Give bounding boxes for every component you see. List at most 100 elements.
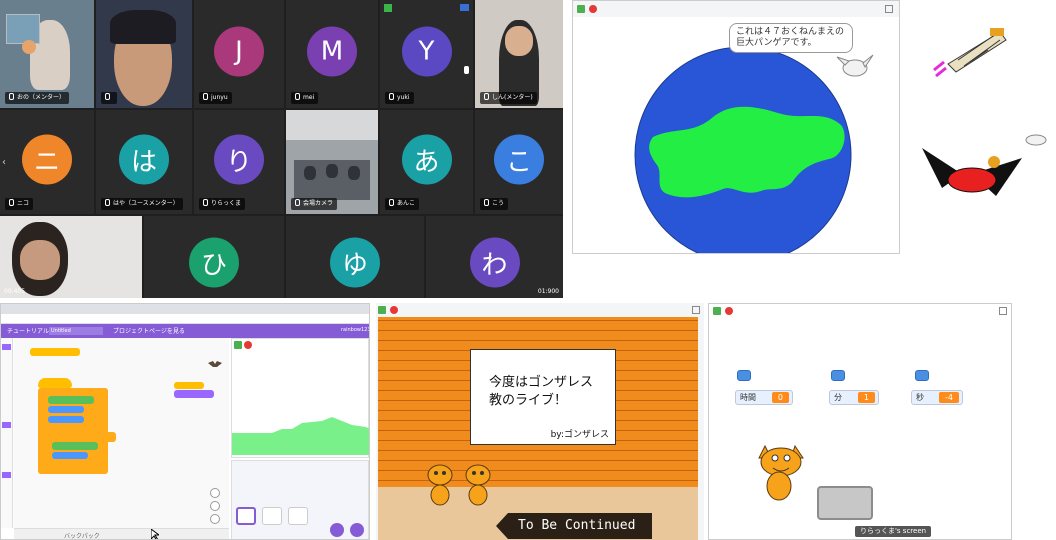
signal-icon [384, 4, 392, 12]
video-tile[interactable]: は はや（ユースメンター） [96, 110, 192, 214]
minutes-button[interactable] [831, 370, 845, 381]
zoom-in-icon[interactable] [210, 488, 220, 498]
event-block[interactable] [174, 382, 204, 389]
photo-object [22, 40, 36, 54]
seconds-monitor: 秒 -4 [911, 390, 963, 405]
mouse-pointer-icon [150, 526, 161, 539]
category-looks[interactable] [2, 422, 11, 428]
seconds-button[interactable] [915, 370, 929, 381]
brick-stage-panel: 今度はゴンザレス教のライブ！ by:ゴンザレス To Be Continued [376, 303, 704, 540]
pin-icon [460, 4, 469, 11]
menu-tutorial[interactable]: チュートリアル [7, 326, 49, 335]
mic-icon [105, 199, 110, 206]
hat-block[interactable] [38, 378, 72, 388]
participant-name: mei [291, 92, 319, 104]
video-tile[interactable]: J junyu [194, 0, 284, 108]
sprite-thumbnail[interactable] [262, 507, 282, 525]
participant-name: しん(メンター) [480, 92, 537, 104]
motion-block[interactable] [48, 416, 84, 423]
zoom-out-icon[interactable] [210, 501, 220, 511]
backpack-footer[interactable]: バックパック [14, 528, 229, 539]
sprite-thumbnail[interactable] [236, 507, 256, 525]
control-block[interactable] [44, 432, 116, 442]
sprite-thumbnail [912, 118, 1056, 210]
stop-icon[interactable] [589, 5, 597, 13]
screen-caption: りらっくま's screen [855, 526, 932, 537]
looks-block[interactable] [174, 390, 214, 398]
speech-bubble: これは４７おくねんまえの巨大パンゲアです。 [729, 23, 853, 53]
green-flag-icon[interactable] [234, 341, 242, 349]
fullscreen-icon[interactable] [885, 5, 893, 13]
fullscreen-icon[interactable] [692, 306, 700, 314]
minutes-monitor: 分1 [829, 390, 879, 405]
video-tile[interactable]: ニ ニコ [0, 110, 94, 214]
participant-name: おの（メンター） [5, 92, 70, 104]
add-sprite-button[interactable] [330, 523, 344, 537]
video-tile[interactable]: Y yuki [380, 0, 473, 108]
attendee [348, 166, 360, 180]
video-tile[interactable]: ひ [144, 216, 284, 298]
video-tile[interactable]: 会場カメラ [286, 110, 378, 214]
video-tile[interactable]: あ あんこ [380, 110, 473, 214]
video-tile[interactable]: ゆ [286, 216, 424, 298]
pen-block[interactable] [48, 396, 94, 404]
participant-name: 会場カメラ [291, 198, 338, 210]
participant-name [101, 92, 117, 104]
event-block[interactable] [30, 348, 80, 356]
stop-icon[interactable] [725, 307, 733, 315]
block-palette [1, 338, 13, 528]
mic-icon [105, 93, 110, 100]
video-tile[interactable]: わ 01:900 [426, 216, 563, 298]
sprite-thumbnail[interactable] [288, 507, 308, 525]
avatar: は [119, 134, 169, 185]
mic-icon [389, 93, 394, 100]
timestamp-left: 00:405 [4, 288, 26, 295]
video-tile[interactable]: こ こう [475, 110, 563, 214]
green-flag-icon[interactable] [713, 307, 721, 315]
zoom-reset-icon[interactable] [210, 514, 220, 524]
address-bar[interactable] [1, 314, 369, 324]
attendee [326, 164, 338, 178]
stage-canvas: これは４７おくねんまえの巨大パンゲアです。 [573, 17, 899, 253]
mic-icon [295, 199, 300, 206]
fullscreen-icon[interactable] [999, 307, 1007, 315]
category-looks[interactable] [2, 472, 11, 478]
video-tile[interactable] [96, 0, 192, 108]
avatar: ひ [189, 237, 239, 288]
add-backdrop-button[interactable] [350, 523, 364, 537]
avatar: Y [401, 26, 452, 77]
project-title-input[interactable]: Untitled [49, 327, 103, 335]
gray-button-sprite[interactable] [817, 486, 873, 520]
participant-name: ニコ [5, 198, 34, 210]
video-tile[interactable]: M mei [286, 0, 378, 108]
video-tile[interactable]: しん(メンター) [475, 0, 563, 108]
video-call-grid: おの（メンター） J junyu M mei Y yuki しん(メンター) ニ… [0, 0, 563, 298]
face [20, 240, 60, 280]
pen-block[interactable] [52, 442, 98, 450]
motion-block[interactable] [48, 406, 84, 413]
scratch-editor-window: チュートリアル Untitled プロジェクトページを見る rainbow123… [0, 303, 370, 540]
chevron-left-icon[interactable]: ‹ [2, 158, 8, 168]
video-tile[interactable]: り りらっくま [194, 110, 284, 214]
mic-icon [389, 199, 394, 206]
video-tile[interactable]: 00:405 [0, 216, 142, 298]
category-looks[interactable] [2, 344, 11, 350]
pangaea-stage-panel: これは４７おくねんまえの巨大パンゲアです。 [572, 0, 900, 254]
video-tile[interactable]: おの（メンター） [0, 0, 94, 108]
hours-button[interactable] [737, 370, 751, 381]
bat-sprite-icon [208, 354, 222, 367]
cat-sprite [751, 436, 813, 506]
motion-block[interactable] [52, 452, 88, 459]
username[interactable]: rainbow123 [341, 327, 369, 333]
green-flag-icon[interactable] [577, 5, 585, 13]
title-card-author: by:ゴンザレス [550, 430, 609, 440]
see-project-page-button[interactable]: プロジェクトページを見る [113, 326, 185, 335]
green-flag-icon[interactable] [378, 306, 386, 314]
timer-stage-panel: 時間 0 分1 秒 -4 りらっくま's screen [708, 303, 1012, 540]
stop-icon[interactable] [390, 306, 398, 314]
participant-name: あんこ [385, 198, 420, 210]
stop-icon[interactable] [244, 341, 252, 349]
mic-icon [484, 93, 489, 100]
script-area[interactable] [14, 338, 229, 528]
hill-drawing [232, 417, 369, 455]
